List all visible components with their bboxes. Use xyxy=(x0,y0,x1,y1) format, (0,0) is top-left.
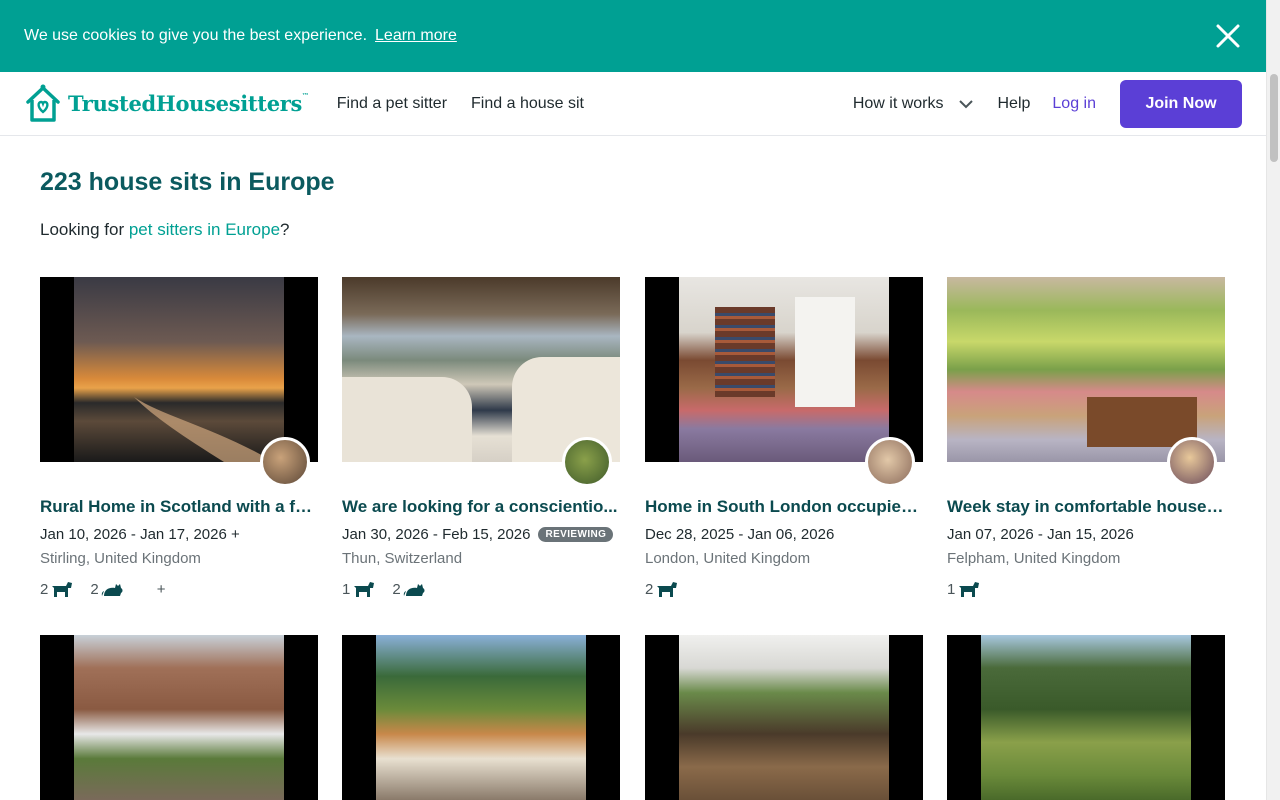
listing-title: Rural Home in Scotland with a fe... xyxy=(40,497,318,516)
join-now-button[interactable]: Join Now xyxy=(1120,79,1242,128)
dog-count: 2 xyxy=(40,580,74,598)
dog-count: 2 xyxy=(645,580,679,598)
dates-text: Jan 07, 2026 - Jan 15, 2026 xyxy=(947,526,1134,543)
listing-title: Week stay in comfortable house ... xyxy=(947,497,1225,516)
listing-card[interactable]: Home in South London occupied ... Dec 28… xyxy=(645,277,923,598)
learn-more-link[interactable]: Learn more xyxy=(375,27,457,45)
listing-card[interactable]: Rural Home in Scotland with a fe... Jan … xyxy=(40,277,318,598)
listing-photo[interactable] xyxy=(40,635,318,800)
dates-text: Jan 30, 2026 - Feb 15, 2026 xyxy=(342,526,531,543)
listing-location: Felpham, United Kingdom xyxy=(947,550,1121,567)
listing-photo[interactable] xyxy=(342,277,620,462)
listing-title: We are looking for a conscientio... xyxy=(342,497,618,516)
listing-location: London, United Kingdom xyxy=(645,550,811,567)
help-link[interactable]: Help xyxy=(998,95,1031,113)
subtitle-prefix: Looking for xyxy=(40,220,129,239)
listing-card[interactable] xyxy=(947,635,1225,800)
pet-counts: 1 xyxy=(947,580,997,598)
brand-name: TrustedHousesitters™ xyxy=(68,91,309,116)
page-scrollbar[interactable] xyxy=(1266,0,1280,800)
dates-text: Dec 28, 2025 - Jan 06, 2026 xyxy=(645,526,835,543)
listing-card[interactable]: We are looking for a conscientio... Jan … xyxy=(342,277,620,598)
more-pets: + xyxy=(156,580,166,598)
dog-icon xyxy=(657,582,678,597)
pet-counts: 2 xyxy=(645,580,695,598)
dog-icon xyxy=(959,582,980,597)
listing-photo[interactable] xyxy=(645,635,923,800)
host-avatar xyxy=(1167,437,1217,487)
pet-counts: 2 2 + xyxy=(40,580,165,598)
listing-location: Thun, Switzerland xyxy=(342,550,463,567)
page-subtitle: Looking for pet sitters in Europe? xyxy=(40,220,290,240)
cat-icon xyxy=(101,584,123,596)
listing-card[interactable] xyxy=(342,635,620,800)
listing-location: Stirling, United Kingdom xyxy=(40,550,201,567)
cat-count: 2 xyxy=(392,580,426,598)
listing-card[interactable]: Week stay in comfortable house ... Jan 0… xyxy=(947,277,1225,598)
listing-card[interactable] xyxy=(645,635,923,800)
chevron-down-icon xyxy=(958,99,973,108)
how-it-works-menu[interactable]: How it works xyxy=(853,95,974,113)
listing-photo[interactable] xyxy=(342,635,620,800)
status-badge: REVIEWING xyxy=(538,527,614,542)
cookie-message: We use cookies to give you the best expe… xyxy=(24,27,368,44)
nav-find-house-sit[interactable]: Find a house sit xyxy=(471,95,584,113)
listing-dates: Jan 30, 2026 - Feb 15, 2026 REVIEWING xyxy=(342,526,614,543)
dates-text: Jan 10, 2026 - Jan 17, 2026 + xyxy=(40,526,240,543)
login-link[interactable]: Log in xyxy=(1052,95,1096,113)
house-heart-icon xyxy=(26,84,60,122)
dog-icon xyxy=(354,582,375,597)
host-avatar xyxy=(865,437,915,487)
page-title: 223 house sits in Europe xyxy=(40,168,335,196)
dog-count: 1 xyxy=(342,580,376,598)
brand-logo[interactable]: TrustedHousesitters™ xyxy=(24,84,309,124)
listing-photo[interactable] xyxy=(947,277,1225,462)
host-avatar xyxy=(562,437,612,487)
how-it-works-label: How it works xyxy=(852,94,944,112)
listing-title: Home in South London occupied ... xyxy=(645,497,923,516)
pet-sitters-link[interactable]: pet sitters in Europe xyxy=(129,220,280,239)
close-icon[interactable] xyxy=(1214,22,1242,50)
nav-find-pet-sitter[interactable]: Find a pet sitter xyxy=(337,95,447,113)
site-header: TrustedHousesitters™ Find a pet sitter F… xyxy=(0,72,1266,136)
listing-photo[interactable] xyxy=(947,635,1225,800)
cat-count: 2 xyxy=(90,580,124,598)
dog-count: 1 xyxy=(947,580,981,598)
listing-card[interactable] xyxy=(40,635,318,800)
cookie-banner: We use cookies to give you the best expe… xyxy=(0,0,1266,72)
pet-counts: 1 2 xyxy=(342,580,443,598)
cat-icon xyxy=(403,584,425,596)
listing-dates: Jan 10, 2026 - Jan 17, 2026 + xyxy=(40,526,240,543)
host-avatar xyxy=(260,437,310,487)
listing-photo[interactable] xyxy=(645,277,923,462)
listing-dates: Dec 28, 2025 - Jan 06, 2026 xyxy=(645,526,834,543)
subtitle-suffix: ? xyxy=(280,220,290,239)
dog-icon xyxy=(52,582,73,597)
listing-dates: Jan 07, 2026 - Jan 15, 2026 xyxy=(947,526,1134,543)
scrollbar-thumb[interactable] xyxy=(1270,74,1278,162)
listing-photo[interactable] xyxy=(40,277,318,462)
